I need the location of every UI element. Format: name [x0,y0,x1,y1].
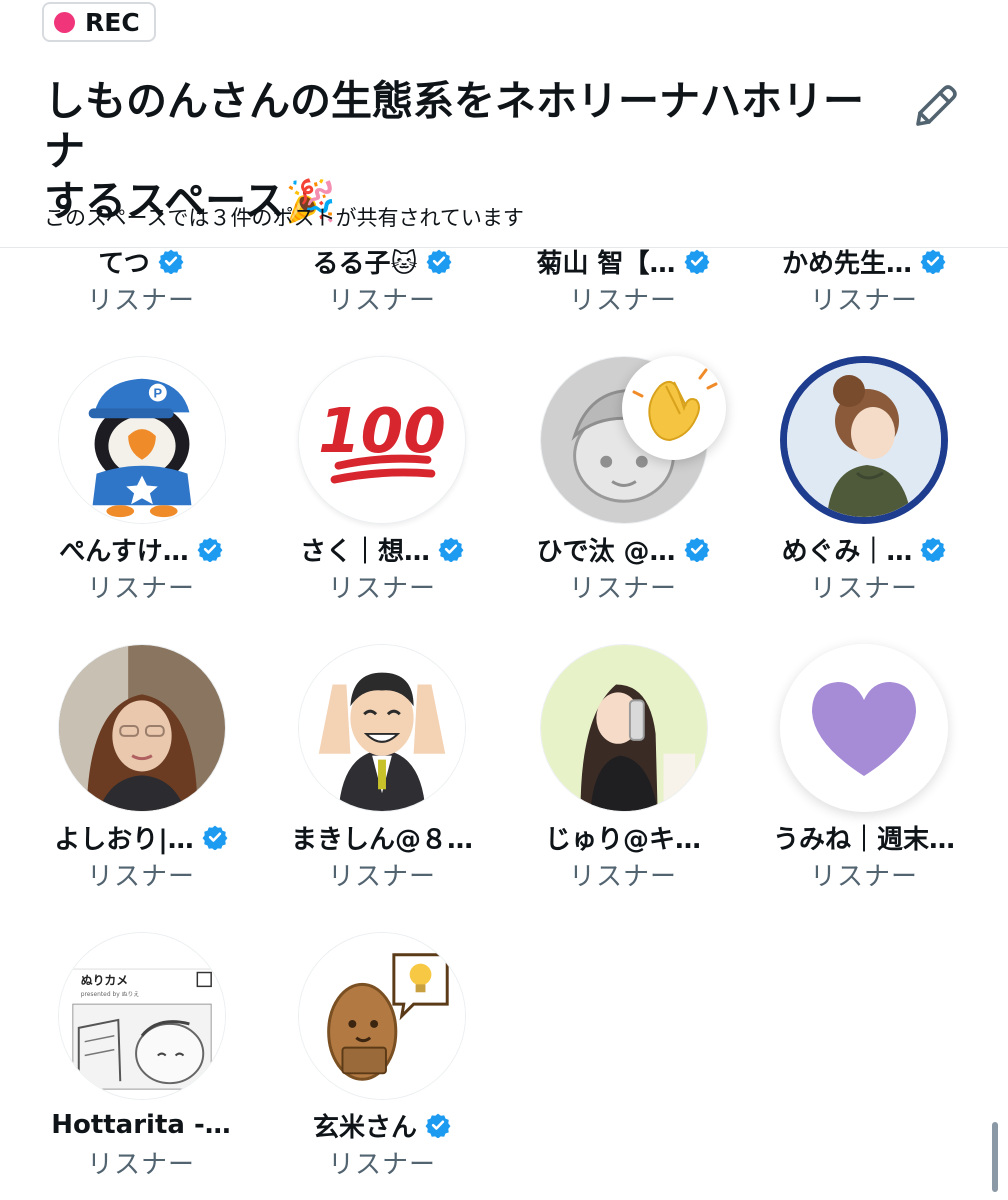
cartoon-man-avatar-image [299,645,465,811]
rice-grain-character-avatar-image [299,933,465,1099]
listener-name: 菊山 智【… [536,248,676,279]
pencil-icon[interactable] [910,80,962,132]
verified-badge-icon [684,249,709,274]
avatar-hottarita[interactable]: ぬりカメ presented by ぬりえ [58,932,226,1100]
listener-hideta[interactable]: ひで汰 @… リスナー [503,532,743,605]
listener-role: リスナー [86,862,195,892]
listener-name: よしおり|… [54,824,194,855]
verified-badge-icon [158,249,184,274]
scrollbar[interactable] [992,1122,998,1192]
listener-role: リスナー [86,574,195,604]
verified-badge-icon [920,537,946,562]
verified-badge-icon [425,1113,451,1138]
recording-badge: REC [42,2,156,42]
listener-tetsu[interactable]: てつ リスナー [21,244,261,317]
purple-heart-icon [780,644,948,812]
listener-role: リスナー [568,574,677,604]
listener-pensuke[interactable]: ぺんすけ… リスナー [21,532,261,605]
avatar-saku[interactable]: 100 [298,356,466,524]
listener-role: リスナー [327,574,436,604]
cap-letter: P [154,386,163,401]
camera-brand-text: ぬりカメ [81,973,128,987]
verified-badge-icon [197,537,223,562]
listener-name: ひで汰 @… [536,536,676,567]
listener-name: じゅり@キ… [544,824,701,855]
listener-role: リスナー [86,286,195,316]
listener-role: リスナー [568,286,677,316]
listener-kame-sensei[interactable]: かめ先生… リスナー [744,244,984,317]
listener-juri[interactable]: じゅり@キ… リスナー [503,820,743,893]
listener-name: るる子🐱 [312,248,418,279]
listener-name: てつ [98,248,150,279]
penguin-avatar-image: P [59,357,225,523]
clap-reaction [622,356,726,460]
listener-megumi[interactable]: めぐみ｜… リスナー [744,532,984,605]
listener-name: うみね｜週末… [772,824,955,855]
listener-name: めぐみ｜… [781,536,913,567]
listener-role: リスナー [568,862,677,892]
listener-name: 玄米さん [312,1112,417,1143]
photo-avatar-image [59,645,225,811]
hundred-points-avatar-image: 100 [299,357,465,523]
avatar-genmai[interactable] [298,932,466,1100]
avatar-pensuke[interactable]: P [58,356,226,524]
listener-ruruko[interactable]: るる子🐱 リスナー [262,244,502,317]
verified-badge-icon [438,537,464,562]
listener-genmai[interactable]: 玄米さん リスナー [262,1108,502,1181]
listener-name: さく｜想… [299,536,430,567]
listener-role: リスナー [809,286,918,316]
listener-name: ぺんすけ… [59,536,189,567]
avatar-juri[interactable] [540,644,708,812]
illustrated-woman-avatar-image [787,363,941,517]
avatar-yoshiori[interactable] [58,644,226,812]
verified-badge-icon [426,249,452,274]
listener-hottarita[interactable]: Hottarita -… リスナー [21,1108,261,1181]
listener-role: リスナー [809,862,918,892]
clapping-hands-icon [632,368,718,442]
space-title-line1: しものんさんの生態系をネホリーナハホリーナ [44,77,864,175]
listener-yoshiori[interactable]: よしおり|… リスナー [21,820,261,893]
avatar-makishin[interactable] [298,644,466,812]
listener-umine[interactable]: うみね｜週末… リスナー [744,820,984,893]
verified-badge-icon [920,249,946,274]
verified-badge-icon [684,537,709,562]
verified-badge-icon [202,825,228,850]
listener-makishin[interactable]: まきしん@８… リスナー [262,820,502,893]
nurikame-sketch-avatar-image: ぬりカメ presented by ぬりえ [59,933,225,1099]
shared-posts-note[interactable]: このスペースでは３件のポストが共有されています [44,202,524,232]
recording-dot-icon [54,11,75,33]
listener-kikuyama[interactable]: 菊山 智【… リスナー [503,244,743,317]
listener-role: リスナー [327,1150,436,1180]
avatar-megumi[interactable] [780,356,948,524]
listener-name: Hottarita -… [51,1110,231,1140]
listener-name: かめ先生… [781,248,912,279]
listener-role: リスナー [327,862,436,892]
recording-label: REC [85,7,140,37]
listener-role: リスナー [809,574,918,604]
listener-role: リスナー [86,1150,195,1180]
avatar-umine[interactable] [780,644,948,812]
camera-sub-text: presented by ぬりえ [81,991,140,998]
listener-role: リスナー [327,286,436,316]
illustrated-girl-avatar-image [541,645,707,811]
listener-name: まきしん@８… [290,824,473,855]
listener-saku[interactable]: さく｜想… リスナー [262,532,502,605]
